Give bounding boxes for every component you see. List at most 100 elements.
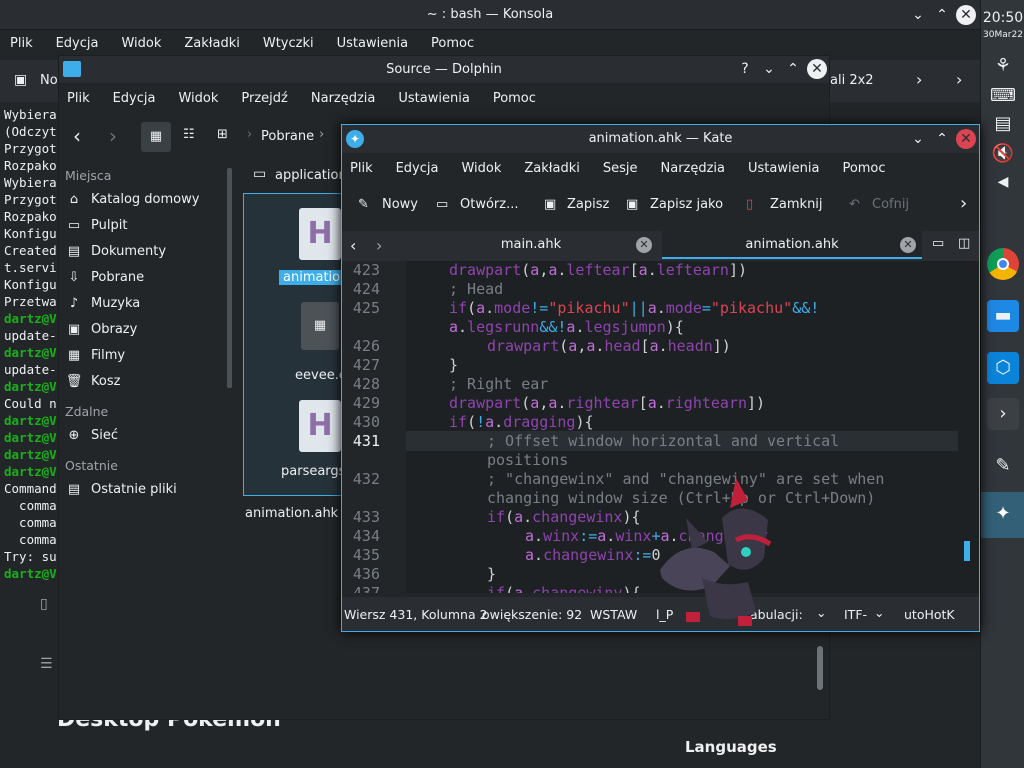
menu-wtyczki[interactable]: Wtyczki: [263, 36, 314, 51]
menu-przejdz[interactable]: Przejdź: [241, 91, 287, 106]
close-icon[interactable]: ✕: [956, 5, 976, 25]
tab-close-icon[interactable]: ✕: [636, 237, 652, 253]
toolbar-overflow-icon[interactable]: ›: [960, 193, 967, 214]
file-manager-icon[interactable]: ▬: [987, 300, 1019, 332]
terminal-scrollbar[interactable]: [817, 646, 823, 690]
menu-pomoc[interactable]: Pomoc: [842, 161, 885, 176]
menu-zakladki[interactable]: Zakładki: [524, 161, 579, 176]
chevron-down-icon[interactable]: ⌄: [816, 605, 826, 620]
open-button[interactable]: Otwórz...: [460, 197, 518, 212]
place-item[interactable]: ▣ Obrazy: [65, 317, 225, 343]
icons-view-icon[interactable]: ▦: [141, 122, 171, 152]
ahk-file-icon[interactable]: H: [299, 208, 341, 260]
ahk-file-icon-2[interactable]: H: [299, 400, 341, 452]
menu-widok[interactable]: Widok: [461, 161, 501, 176]
menu-plik[interactable]: Plik: [10, 36, 33, 51]
dolphin-titlebar[interactable]: Source — Dolphin ? ⌄ ⌃ ✕: [59, 56, 829, 83]
konsole-titlebar[interactable]: ~ : bash — Konsola ⌄ ⌃ ✕: [0, 0, 980, 30]
menu-ustawienia[interactable]: Ustawienia: [748, 161, 819, 176]
open-folder-icon[interactable]: ▭: [436, 197, 448, 212]
details-view-icon[interactable]: ⊞: [217, 127, 228, 142]
maximize-icon[interactable]: ⌃: [932, 129, 952, 149]
tab-close-icon-2[interactable]: ✕: [900, 237, 916, 253]
place-item[interactable]: ♪ Muzyka: [65, 291, 225, 317]
menu-ustawienia[interactable]: Ustawienia: [337, 36, 408, 51]
expand-tray-icon[interactable]: ◀: [987, 166, 1019, 198]
save-as-button[interactable]: Zapisz jako: [650, 197, 723, 212]
split-view-icon[interactable]: ◫: [958, 236, 970, 251]
file-name-3[interactable]: parseargs: [281, 464, 345, 479]
place-item[interactable]: ▦ Filmy: [65, 343, 225, 369]
zoom-level[interactable]: owiększenie: 92: [482, 607, 582, 622]
menu-narzedzia[interactable]: Narzędzia: [311, 91, 376, 106]
help-icon[interactable]: ?: [735, 59, 755, 79]
menu-narzedzia[interactable]: Narzędzia: [661, 161, 726, 176]
menu-ustawienia[interactable]: Ustawienia: [398, 91, 469, 106]
syntax-mode[interactable]: utoHotK: [904, 607, 955, 622]
terminal-icon[interactable]: ›: [987, 398, 1019, 430]
save-button[interactable]: Zapisz: [567, 197, 609, 212]
close-icon[interactable]: ✕: [956, 129, 976, 149]
place-item[interactable]: 🗑 Kosz: [65, 369, 225, 395]
save-icon[interactable]: ▣: [544, 197, 556, 212]
toolbar-partial-left[interactable]: No: [40, 73, 58, 88]
chevron-right-icon[interactable]: ›: [916, 70, 922, 89]
exe-file-icon[interactable]: ▦: [301, 302, 339, 350]
chevron-down-icon-2[interactable]: ⌄: [874, 605, 884, 620]
new-file-icon[interactable]: ✎: [358, 197, 369, 212]
place-item[interactable]: ▤ Dokumenty: [65, 239, 225, 265]
menu-plik[interactable]: Plik: [67, 91, 90, 106]
place-item[interactable]: ⌂ Katalog domowy: [65, 187, 225, 213]
save-as-icon[interactable]: ▣: [626, 197, 638, 212]
compact-view-icon[interactable]: ☷: [183, 127, 195, 142]
kate-titlebar[interactable]: ✦ animation.ahk — Kate ⌄ ⌃ ✕: [342, 125, 979, 153]
menu-plik[interactable]: Plik: [350, 161, 373, 176]
store-icon[interactable]: ⬡: [987, 352, 1019, 384]
editor-scrollbar[interactable]: [964, 541, 970, 561]
clock-time[interactable]: 20:50: [981, 10, 1024, 26]
new-tab-icon[interactable]: ▣: [14, 72, 27, 88]
place-item[interactable]: ▭ Pulpit: [65, 213, 225, 239]
places-scrollbar[interactable]: [227, 168, 232, 388]
tab-animation[interactable]: animation.ahk: [662, 231, 922, 259]
tab-main[interactable]: main.ahk: [402, 231, 660, 259]
menu-pomoc[interactable]: Pomoc: [431, 36, 474, 51]
undo-icon[interactable]: ↶: [849, 197, 860, 212]
menu-zakladki[interactable]: Zakładki: [184, 36, 239, 51]
tab-prev-icon[interactable]: ‹: [350, 236, 356, 255]
menu-pomoc[interactable]: Pomoc: [493, 91, 536, 106]
file-name-2[interactable]: eevee.e: [295, 368, 347, 383]
clipboard-icon[interactable]: ▤: [987, 108, 1019, 140]
place-item[interactable]: ▤ Ostatnie pliki: [65, 477, 225, 503]
back-icon[interactable]: ‹: [73, 124, 81, 148]
menu-edycja[interactable]: Edycja: [56, 36, 99, 51]
tab-next-icon[interactable]: ›: [376, 236, 382, 255]
editor-icon[interactable]: ✎: [987, 450, 1019, 482]
toolbar-partial-right[interactable]: ali 2x2: [830, 73, 874, 88]
cursor-position[interactable]: Wiersz 431, Kolumna 2: [344, 607, 488, 622]
menu-edycja[interactable]: Edycja: [396, 161, 439, 176]
new-button[interactable]: Nowy: [382, 197, 418, 212]
breadcrumb-pobrane[interactable]: Pobrane: [261, 129, 314, 144]
menu-widok[interactable]: Widok: [178, 91, 218, 106]
place-item[interactable]: ⊕ Sieć: [65, 423, 225, 449]
place-item[interactable]: ⇩ Pobrane: [65, 265, 225, 291]
encoding-indicator[interactable]: ITF-: [844, 607, 867, 622]
menu-widok[interactable]: Widok: [121, 36, 161, 51]
folder-label[interactable]: application: [275, 168, 347, 183]
menu-edycja[interactable]: Edycja: [113, 91, 156, 106]
maximize-icon[interactable]: ⌃: [783, 59, 803, 79]
undo-button[interactable]: Cofnij: [872, 197, 909, 212]
desktop-pet-sprite[interactable]: [652, 478, 788, 628]
minimize-icon[interactable]: ⌄: [908, 5, 928, 25]
chrome-icon[interactable]: [987, 248, 1019, 280]
maximize-icon[interactable]: ⌃: [932, 5, 952, 25]
minimize-icon[interactable]: ⌄: [908, 129, 928, 149]
kate-task-icon[interactable]: ✦: [987, 498, 1019, 530]
kde-connect-icon[interactable]: ⚘: [987, 50, 1019, 82]
menu-sesje[interactable]: Sesje: [603, 161, 638, 176]
new-tab-icon[interactable]: ▭: [932, 236, 944, 251]
forward-icon[interactable]: ›: [109, 124, 117, 148]
close-file-icon[interactable]: ▯: [746, 197, 753, 212]
minimize-icon[interactable]: ⌄: [759, 59, 779, 79]
